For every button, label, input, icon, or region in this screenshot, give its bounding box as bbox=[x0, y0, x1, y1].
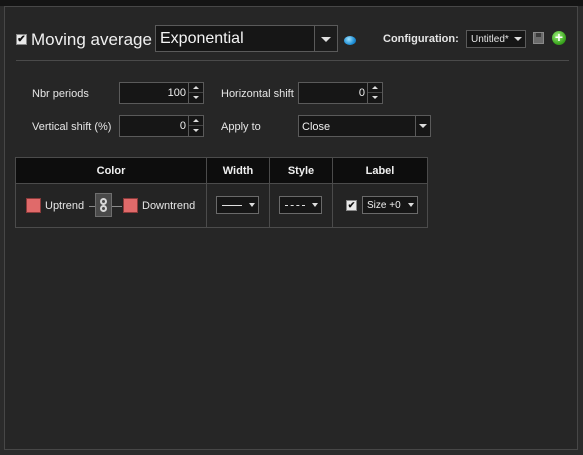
style-column-header: Style bbox=[269, 157, 333, 184]
nbr-periods-label: Nbr periods bbox=[32, 88, 89, 100]
apply-to-select[interactable]: Close bbox=[298, 115, 431, 137]
info-dot-icon[interactable] bbox=[344, 36, 356, 45]
label-cell: ✔ Size +0 bbox=[332, 183, 428, 228]
add-icon[interactable]: + bbox=[552, 30, 566, 45]
indicator-enable-checkbox[interactable]: ✔ bbox=[16, 34, 27, 45]
decrement-arrow-icon[interactable] bbox=[189, 126, 203, 136]
uptrend-color-swatch[interactable] bbox=[26, 198, 41, 213]
chevron-down-icon[interactable] bbox=[314, 26, 337, 51]
label-size-value: Size +0 bbox=[367, 200, 401, 211]
nbr-periods-value[interactable]: 100 bbox=[168, 87, 186, 99]
downtrend-color-swatch[interactable] bbox=[123, 198, 138, 213]
indicator-title: Moving average bbox=[31, 30, 152, 49]
style-cell bbox=[269, 183, 333, 228]
average-type-value: Exponential bbox=[160, 30, 244, 47]
stepper-buttons bbox=[188, 116, 203, 136]
dotted-line-icon bbox=[285, 205, 305, 206]
vertical-shift-label: Vertical shift (%) bbox=[32, 121, 112, 133]
vertical-shift-value[interactable]: 0 bbox=[180, 120, 186, 132]
stepper-buttons bbox=[367, 83, 382, 103]
horizontal-shift-stepper[interactable]: 0 bbox=[298, 82, 383, 104]
link-colors-button[interactable] bbox=[95, 193, 112, 217]
chevron-down-icon bbox=[312, 203, 318, 207]
downtrend-label: Downtrend bbox=[142, 200, 196, 212]
chevron-down-icon bbox=[249, 203, 255, 207]
save-icon[interactable] bbox=[533, 32, 544, 44]
uptrend-label: Uptrend bbox=[45, 200, 85, 212]
style-table-header: Color Width Style Label bbox=[15, 157, 428, 184]
table-row: Uptrend Downtrend ✔ Size +0 bbox=[15, 183, 428, 228]
apply-to-value: Close bbox=[302, 121, 331, 133]
line-width-select[interactable] bbox=[216, 196, 259, 214]
link-connector bbox=[112, 206, 122, 207]
chain-link-icon bbox=[100, 205, 107, 212]
label-column-header: Label bbox=[332, 157, 428, 184]
increment-arrow-icon[interactable] bbox=[189, 116, 203, 126]
chevron-down-icon bbox=[514, 37, 522, 41]
nbr-periods-stepper[interactable]: 100 bbox=[119, 82, 204, 104]
color-cell: Uptrend Downtrend bbox=[15, 183, 207, 228]
chevron-down-icon[interactable] bbox=[415, 116, 430, 136]
chain-link-icon bbox=[100, 198, 107, 205]
indicator-panel bbox=[4, 6, 578, 450]
show-label-checkbox[interactable]: ✔ bbox=[346, 200, 357, 211]
apply-to-label: Apply to bbox=[221, 121, 261, 133]
line-style-select[interactable] bbox=[279, 196, 322, 214]
configuration-value: Untitled* bbox=[471, 34, 509, 45]
average-type-select[interactable]: Exponential bbox=[155, 25, 338, 52]
horizontal-shift-label: Horizontal shift bbox=[221, 88, 294, 100]
configuration-label: Configuration: bbox=[383, 33, 459, 45]
style-table: Color Width Style Label Uptrend Downtren… bbox=[15, 157, 428, 228]
stepper-buttons bbox=[188, 83, 203, 103]
header-divider bbox=[16, 60, 569, 61]
increment-arrow-icon[interactable] bbox=[368, 83, 382, 93]
increment-arrow-icon[interactable] bbox=[189, 83, 203, 93]
horizontal-shift-value[interactable]: 0 bbox=[359, 87, 365, 99]
chevron-down-icon bbox=[408, 203, 414, 207]
vertical-shift-stepper[interactable]: 0 bbox=[119, 115, 204, 137]
width-column-header: Width bbox=[206, 157, 270, 184]
solid-line-icon bbox=[222, 205, 242, 206]
decrement-arrow-icon[interactable] bbox=[189, 93, 203, 103]
configuration-select[interactable]: Untitled* bbox=[466, 30, 526, 48]
color-column-header: Color bbox=[15, 157, 207, 184]
width-cell bbox=[206, 183, 270, 228]
decrement-arrow-icon[interactable] bbox=[368, 93, 382, 103]
label-size-select[interactable]: Size +0 bbox=[362, 196, 418, 214]
